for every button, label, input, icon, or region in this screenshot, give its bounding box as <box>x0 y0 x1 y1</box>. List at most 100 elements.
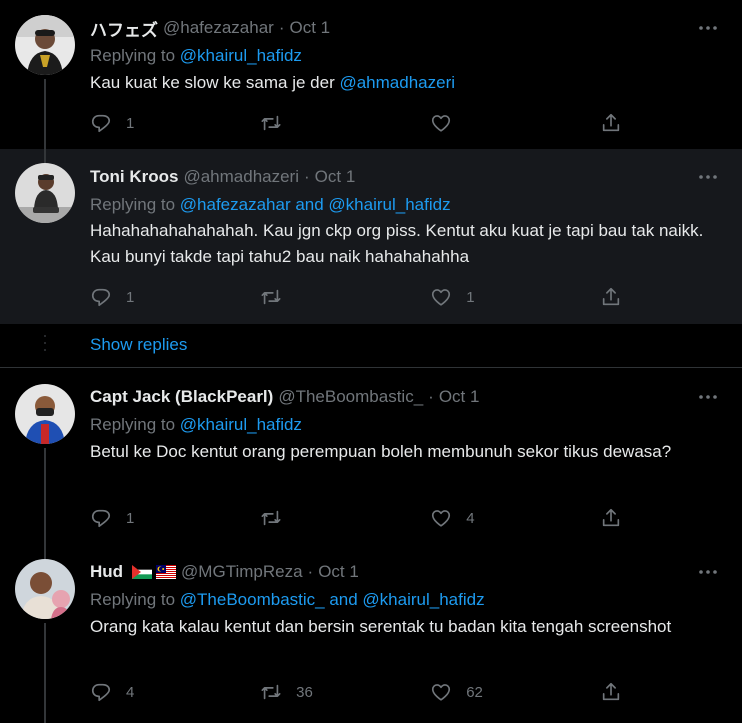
avatar[interactable] <box>15 559 75 619</box>
author-handle[interactable]: @TheBoombastic_ <box>278 387 423 407</box>
tweet-text: Betul ke Doc kentut orang perempuan bole… <box>90 442 672 461</box>
retweet-icon <box>261 115 281 131</box>
reply-count: 1 <box>126 288 135 306</box>
tweet-actions: 1 <box>90 111 630 135</box>
tweet-date[interactable]: Oct 1 <box>439 387 480 407</box>
share-icon <box>603 682 620 701</box>
tweet-hafezazahar[interactable]: ハフェズ @hafezazahar · Oct 1 Replying to @k… <box>0 0 742 149</box>
like-icon <box>432 684 451 701</box>
like-icon <box>432 115 451 132</box>
tweet-ahmadhazeri[interactable]: Toni Kroos @ahmadhazeri · Oct 1 Replying… <box>0 149 742 324</box>
more-icon[interactable] <box>696 16 720 40</box>
reply-button[interactable]: 1 <box>90 507 260 529</box>
avatar-image <box>15 559 75 619</box>
retweet-count: 36 <box>296 683 313 701</box>
reply-button[interactable]: 4 <box>90 681 260 703</box>
author-name[interactable]: Hud <box>90 562 123 582</box>
share-icon <box>603 113 620 132</box>
replying-to: Replying to @khairul_hafidz <box>90 46 722 66</box>
separator-dot: · <box>278 18 285 37</box>
like-count: 1 <box>466 288 475 306</box>
palestine-flag-icon <box>132 565 153 579</box>
share-icon <box>603 287 620 306</box>
reply-count: 4 <box>126 683 135 701</box>
share-icon <box>603 508 620 527</box>
mention-link[interactable]: @ahmadhazeri <box>339 73 455 92</box>
reply-count: 1 <box>126 114 135 132</box>
tweet-date[interactable]: Oct 1 <box>315 167 356 187</box>
share-button[interactable] <box>600 507 630 529</box>
like-count: 62 <box>466 683 483 701</box>
avatar-image <box>15 15 75 75</box>
tweet-date[interactable]: Oct 1 <box>318 562 359 582</box>
share-button[interactable] <box>600 112 630 134</box>
like-icon <box>432 510 451 527</box>
tweet-actions: 4 36 62 <box>90 680 630 704</box>
tweet-body: Kau kuat ke slow ke sama je der <box>90 73 340 92</box>
tweet-date[interactable]: Oct 1 <box>290 18 331 38</box>
tweet-mgtimpreza[interactable]: Hud @MGTimpReza · Oct 1 Replying to @The… <box>0 543 742 723</box>
replying-to: Replying to @hafezazahar and @khairul_ha… <box>90 195 722 215</box>
reply-icon <box>91 288 111 307</box>
tweet-actions: 1 1 <box>90 285 630 309</box>
like-button[interactable]: 4 <box>430 507 600 529</box>
like-button[interactable] <box>430 112 600 134</box>
author-name[interactable]: ハフェズ <box>90 16 158 41</box>
retweet-icon <box>261 684 281 700</box>
thread-line <box>44 448 46 543</box>
avatar-image <box>15 384 75 444</box>
reply-icon <box>91 509 111 528</box>
separator-dot: · <box>304 167 310 186</box>
replying-to: Replying to @khairul_hafidz <box>90 415 722 435</box>
tweet-actions: 1 4 <box>90 506 630 530</box>
share-button[interactable] <box>600 681 630 703</box>
replying-to-link[interactable]: @hafezazahar and @khairul_hafidz <box>180 195 451 214</box>
reply-icon <box>91 683 111 702</box>
author-name[interactable]: Capt Jack (BlackPearl) <box>90 387 273 407</box>
reply-button[interactable]: 1 <box>90 286 260 308</box>
avatar[interactable] <box>15 384 75 444</box>
retweet-icon <box>261 289 281 305</box>
tweet-text: Hahahahahahahahah. Kau jgn ckp org piss.… <box>90 221 704 266</box>
tweet-theboombastic[interactable]: Capt Jack (BlackPearl) @TheBoombastic_ ·… <box>0 368 742 543</box>
tweet-text: Orang kata kalau kentut dan bersin seren… <box>90 617 672 636</box>
reply-count: 1 <box>126 509 135 527</box>
author-name[interactable]: Toni Kroos <box>90 167 178 187</box>
thread-line <box>44 149 46 163</box>
replying-to-link[interactable]: @khairul_hafidz <box>180 46 302 65</box>
show-replies-link[interactable]: Show replies <box>90 335 187 355</box>
malaysia-flag-icon <box>156 565 177 579</box>
author-handle[interactable]: @hafezazahar <box>163 18 274 38</box>
avatar[interactable] <box>15 163 75 223</box>
share-button[interactable] <box>600 286 630 308</box>
thread-dots <box>43 335 47 355</box>
avatar-image <box>15 163 75 223</box>
replying-to: Replying to @TheBoombastic_ and @khairul… <box>90 590 722 610</box>
separator-dot: · <box>307 562 314 581</box>
thread-line <box>44 623 46 723</box>
like-button[interactable]: 62 <box>430 681 600 703</box>
replying-label: Replying to <box>90 590 180 609</box>
more-icon[interactable] <box>696 560 720 584</box>
like-button[interactable]: 1 <box>430 286 600 308</box>
replying-to-link[interactable]: @khairul_hafidz <box>180 415 302 434</box>
reply-button[interactable]: 1 <box>90 112 260 134</box>
thread-line <box>44 543 46 559</box>
retweet-button[interactable]: 36 <box>260 681 430 703</box>
more-icon[interactable] <box>696 165 720 189</box>
replying-to-link[interactable]: @TheBoombastic_ and @khairul_hafidz <box>180 590 485 609</box>
author-handle[interactable]: @MGTimpReza <box>181 562 302 582</box>
retweet-icon <box>261 510 281 526</box>
separator-dot: · <box>428 387 434 406</box>
like-icon <box>432 289 451 306</box>
more-icon[interactable] <box>696 385 720 409</box>
replying-label: Replying to <box>90 46 180 65</box>
replying-label: Replying to <box>90 195 180 214</box>
retweet-button[interactable] <box>260 112 430 134</box>
retweet-button[interactable] <box>260 507 430 529</box>
like-count: 4 <box>466 509 475 527</box>
avatar[interactable] <box>15 15 75 75</box>
retweet-button[interactable] <box>260 286 430 308</box>
reply-icon <box>91 114 111 133</box>
author-handle[interactable]: @ahmadhazeri <box>183 167 299 187</box>
